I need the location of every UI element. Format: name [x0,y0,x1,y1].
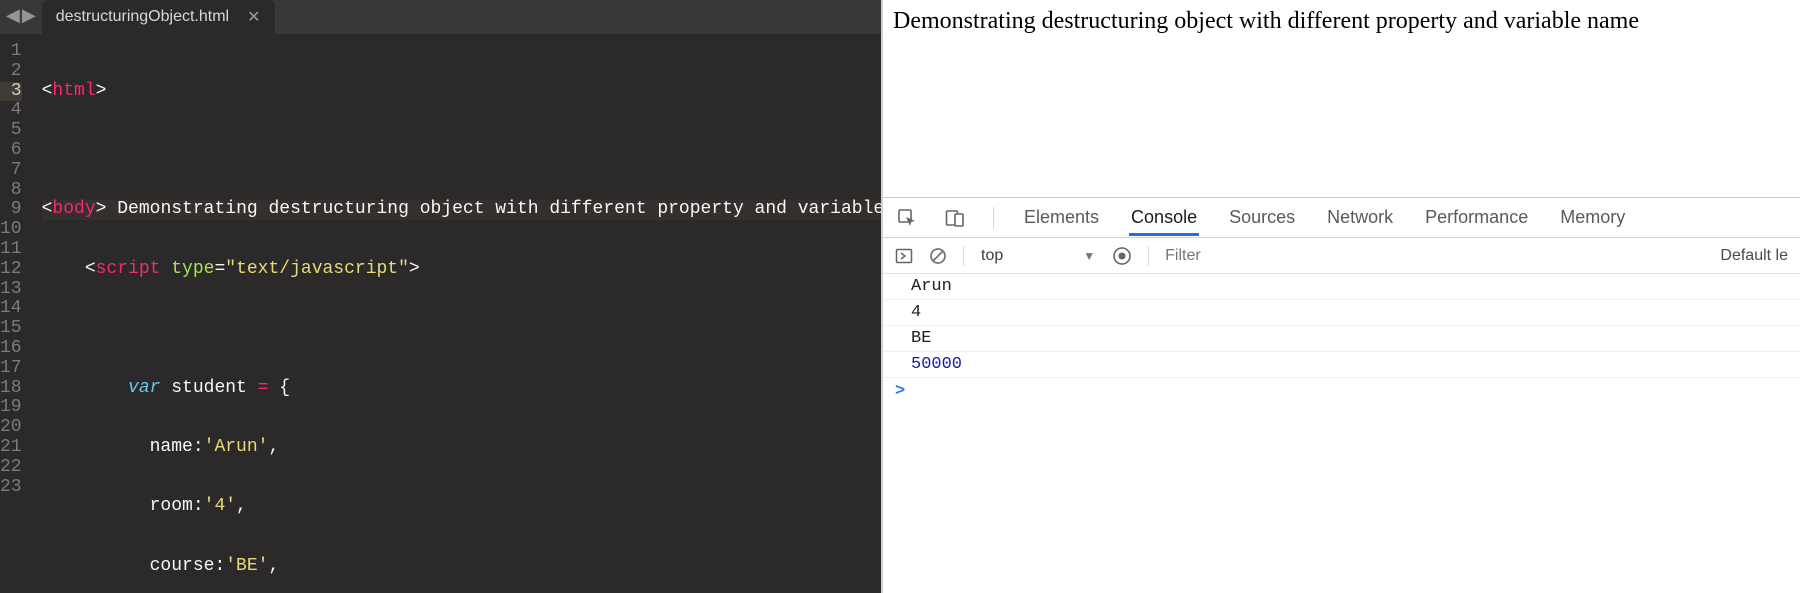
devtools-tab-network[interactable]: Network [1325,199,1395,236]
console-prompt[interactable]: > [883,378,1800,405]
console-line: 4 [883,300,1800,326]
editor-tabbar: ◀ ▶ destructuringObject.html ✕ [0,0,881,34]
code-line: course:'BE', [42,557,993,577]
page-text: Demonstrating destructuring object with … [893,8,1639,34]
inspect-element-icon[interactable] [897,208,917,228]
code-line: <script type="text/javascript"> [42,260,993,280]
toggle-device-icon[interactable] [945,208,965,228]
nav-back-icon[interactable]: ◀ [6,5,20,26]
devtools-tab-sources[interactable]: Sources [1227,199,1297,236]
editor-tab-active[interactable]: destructuringObject.html ✕ [42,0,275,34]
console-line: BE [883,326,1800,352]
clear-console-icon[interactable] [929,247,947,265]
editor-tab-title: destructuringObject.html [56,8,229,26]
separator [993,207,994,229]
line-number: 8 [0,181,22,201]
line-number: 11 [0,240,22,260]
code-line: var student = { [42,379,993,399]
console-sidebar-toggle-icon[interactable] [895,247,913,265]
execution-context-selector[interactable]: top ▼ [980,246,1096,266]
separator [963,246,964,266]
page-viewport: Demonstrating destructuring object with … [883,0,1800,198]
code-line: room:'4', [42,497,993,517]
line-number: 7 [0,161,22,181]
editor-pane: ◀ ▶ destructuringObject.html ✕ 123456789… [0,0,881,593]
line-number: 4 [0,101,22,121]
devtools-tab-console[interactable]: Console [1129,199,1199,236]
line-number: 17 [0,359,22,379]
devtools-tabbar: Elements Console Sources Network Performance… [883,198,1800,238]
chevron-down-icon: ▼ [1083,249,1095,263]
line-number: 18 [0,379,22,399]
line-number: 16 [0,339,22,359]
line-number: 15 [0,319,22,339]
code-body[interactable]: <html> <body> Demonstrating destructurin… [32,34,993,593]
code-area[interactable]: 1234567891011121314151617181920212223 <h… [0,34,881,593]
code-line [42,141,993,161]
console-line: Arun [883,274,1800,300]
log-level-selector[interactable]: Default le [1720,247,1788,265]
separator [1148,246,1149,266]
console-filter-input[interactable] [1165,247,1405,265]
console-toolbar: top ▼ Default le [883,238,1800,274]
line-gutter: 1234567891011121314151617181920212223 [0,34,32,593]
live-expression-icon[interactable] [1112,246,1132,266]
browser-pane: Demonstrating destructuring object with … [881,0,1800,593]
line-number: 20 [0,418,22,438]
context-label: top [981,247,1003,265]
line-number: 1 [0,42,22,62]
devtools: Elements Console Sources Network Performance… [883,198,1800,593]
line-number: 21 [0,438,22,458]
line-number: 2 [0,62,22,82]
code-line: name:'Arun', [42,438,993,458]
code-line [42,319,993,339]
line-number: 5 [0,121,22,141]
console-output: Arun4BE50000> [883,274,1800,593]
line-number: 10 [0,220,22,240]
line-number: 13 [0,280,22,300]
console-line: 50000 [883,352,1800,378]
line-number: 14 [0,299,22,319]
devtools-tab-memory[interactable]: Memory [1558,199,1627,236]
devtools-tab-elements[interactable]: Elements [1022,199,1101,236]
code-line: <body> Demonstrating destructuring objec… [42,200,993,220]
line-number: 9 [0,200,22,220]
line-number: 19 [0,398,22,418]
code-line: <html> [42,82,993,102]
editor-nav-arrows: ◀ ▶ [0,5,42,34]
line-number: 6 [0,141,22,161]
line-number: 23 [0,478,22,498]
line-number: 22 [0,458,22,478]
app-root: ◀ ▶ destructuringObject.html ✕ 123456789… [0,0,1800,593]
devtools-tab-performance[interactable]: Performance [1423,199,1530,236]
nav-forward-icon[interactable]: ▶ [22,5,36,26]
close-icon[interactable]: ✕ [247,7,260,27]
line-number: 12 [0,260,22,280]
line-number: 3 [0,82,22,102]
